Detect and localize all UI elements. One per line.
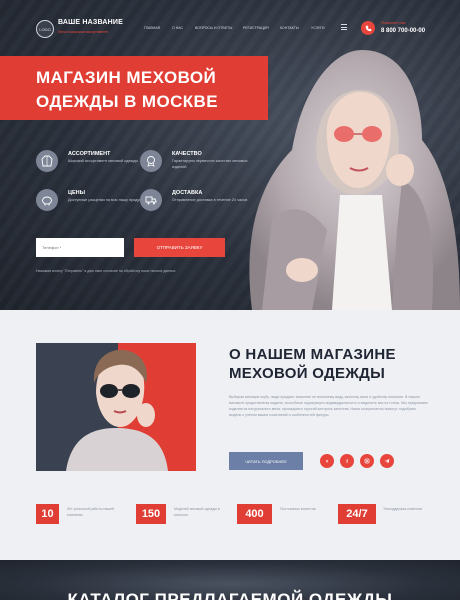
nav-item-home[interactable]: Главная xyxy=(144,26,160,30)
catalog-title: КАТАЛОГ ПРЕДЛАГАЕМОЙ ОДЕЖДЫ xyxy=(67,590,393,600)
stat-value: 400 xyxy=(237,504,272,524)
stat-years: 10 Лет успешной работы нашей компании xyxy=(36,504,136,524)
feature-title: АССОРТИМЕНТ xyxy=(68,151,111,157)
phone-input[interactable] xyxy=(36,238,124,257)
vk-icon[interactable]: v xyxy=(320,454,334,468)
feature-text: Гарантируем первичное качество меховых и… xyxy=(172,159,248,169)
logo[interactable]: LOGO xyxy=(36,20,54,38)
stat-text: Техподдержка клиентов xyxy=(383,507,422,511)
nav-item-contacts[interactable]: Контакты xyxy=(280,26,299,30)
svg-text:f: f xyxy=(346,459,348,464)
feature-assortment: АССОРТИМЕНТ Широкий ассортимент меховой … xyxy=(36,150,156,190)
nav-item-services[interactable]: Услуги xyxy=(311,26,325,30)
facebook-icon[interactable]: f xyxy=(340,454,354,468)
feature-text: Широкий ассортимент меховой одежды xyxy=(68,159,139,163)
stat-support: 24/7 Техподдержка клиентов xyxy=(338,504,438,524)
stat-models: 150 Моделей меховой одежды в каталоге xyxy=(136,504,236,524)
stat-value: 10 xyxy=(36,504,59,524)
brand-tagline: Меха в широком ассортименте xyxy=(58,30,109,34)
delivery-icon xyxy=(140,189,162,211)
about-text: Выбирая меховую шубу, люди придают значе… xyxy=(229,395,428,417)
hero-section: LOGO ВАШЕ НАЗВАНИЕ Меха в широком ассорт… xyxy=(0,0,460,310)
about-title: О НАШЕМ МАГАЗИНЕ МЕХОВОЙ ОДЕЖДЫ xyxy=(229,346,396,382)
medal-icon xyxy=(140,150,162,172)
feature-prices: ЦЕНЫ Доступные расценки на всю нашу прод… xyxy=(36,189,156,229)
hero-title: МАГАЗИН МЕХОВОЙ ОДЕЖДЫ В МОСКВЕ xyxy=(36,68,218,111)
nav-item-faq[interactable]: Вопросы и ответы xyxy=(195,26,232,30)
phone-icon[interactable] xyxy=(361,21,375,35)
site-header: LOGO ВАШЕ НАЗВАНИЕ Меха в широком ассорт… xyxy=(0,0,460,56)
stat-text: Постоянных клиентов xyxy=(280,507,316,511)
stat-value: 150 xyxy=(136,504,166,524)
feature-text: Отправление доставка в течение 24 часов xyxy=(172,198,248,202)
submit-request-button[interactable]: ОТПРАВИТЬ ЗАЯВКУ xyxy=(134,238,225,257)
stat-text: Моделей меховой одежды в каталоге xyxy=(174,507,220,517)
feature-text: Доступные расценки на всю нашу продукцию xyxy=(68,198,149,202)
feature-title: ЦЕНЫ xyxy=(68,190,86,196)
menu-icon[interactable] xyxy=(341,24,347,30)
fur-coat-icon xyxy=(36,150,58,172)
stat-text: Лет успешной работы нашей компании xyxy=(67,507,115,517)
telegram-icon[interactable] xyxy=(380,454,394,468)
about-image xyxy=(36,343,196,471)
feature-quality: КАЧЕСТВО Гарантируем первичное качество … xyxy=(140,150,260,190)
consent-note: Нажимая кнопку "Отправить" я даю свое со… xyxy=(36,269,176,273)
read-more-button[interactable]: ЧИТАТЬ ПОДРОБНЕЕ xyxy=(229,452,303,470)
brand-name: ВАШЕ НАЗВАНИЕ xyxy=(58,19,124,26)
feature-title: ДОСТАВКА xyxy=(172,190,203,196)
stat-value: 24/7 xyxy=(338,504,376,524)
nav-item-about[interactable]: О нас xyxy=(172,26,183,30)
nav-item-registration[interactable]: Регистрация xyxy=(243,26,269,30)
catalog-section: КАТАЛОГ ПРЕДЛАГАЕМОЙ ОДЕЖДЫ xyxy=(0,560,460,600)
phone-label: Позвоните нам xyxy=(381,21,406,25)
phone-number[interactable]: 8 800 700-00-00 xyxy=(381,28,425,34)
instagram-icon[interactable] xyxy=(360,454,374,468)
stat-clients: 400 Постоянных клиентов xyxy=(237,504,337,524)
svg-text:v: v xyxy=(326,459,329,464)
feature-delivery: ДОСТАВКА Отправление доставка в течение … xyxy=(140,189,260,229)
piggy-bank-icon xyxy=(36,189,58,211)
feature-title: КАЧЕСТВО xyxy=(172,151,202,157)
